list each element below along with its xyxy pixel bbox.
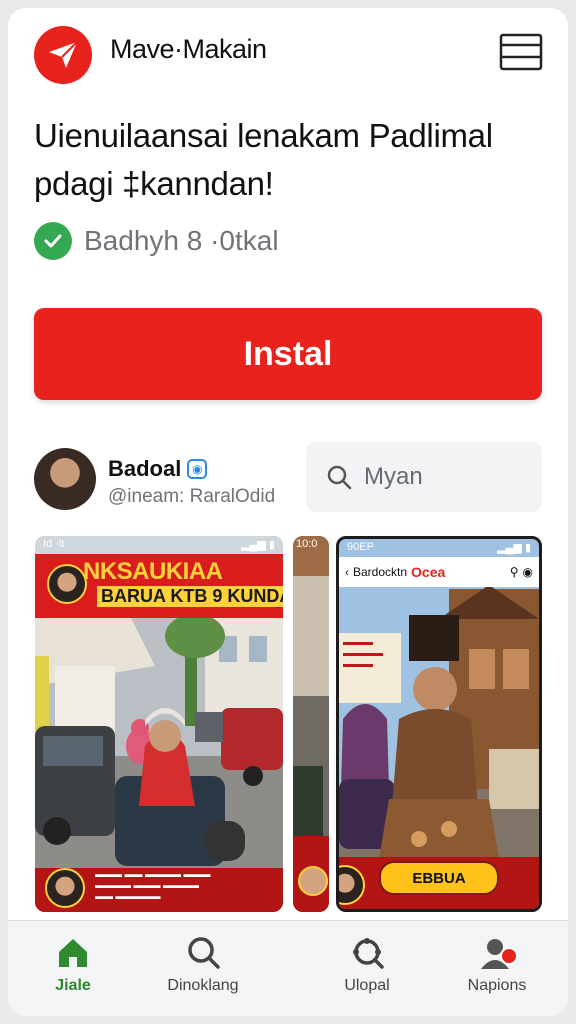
bottom-nav: Jiale Dinoklang Ulopal Napions [8, 920, 568, 1016]
app-toolbar: ‹ Bardocktn Ocea ⚲ ◉ [339, 557, 539, 587]
status-time: 90EP [347, 541, 374, 553]
back-icon[interactable]: ‹ [345, 565, 349, 579]
status-bar: 10:0 [293, 536, 329, 554]
verified-text: Badhyh 8 ·0tkal [84, 225, 279, 256]
plane-icon [49, 41, 78, 68]
search-icon [327, 465, 352, 490]
search-input[interactable]: Myan [306, 442, 542, 512]
search-icon [188, 937, 220, 969]
market-scene-image [339, 539, 539, 909]
banner-title: NKSAUKIAA [83, 558, 223, 585]
screenshot-2[interactable]: 10:0 [293, 536, 329, 912]
notification-dot [500, 947, 518, 965]
action-pill[interactable]: EBBUA [379, 861, 499, 895]
screenshot-3[interactable]: 90EP ▂▄▆ ▮ ‹ Bardocktn Ocea ⚲ ◉ ▬▬▬ ▬▬▬▬ ▬… [336, 536, 542, 912]
anchor-avatar [47, 564, 87, 604]
caption-text: ▬▬▬ ▬▬ ▬▬▬▬ ▬▬▬ ▬▬▬▬ ▬▬▬ ▬▬▬▬ ▬▬ ▬▬▬▬▬ [95, 869, 211, 901]
record-icon[interactable]: ◉ [523, 565, 533, 579]
status-time: Id ·lt· [43, 538, 69, 550]
nav-item-search[interactable]: Dinoklang [138, 935, 268, 995]
screenshot-1[interactable]: Id ·lt· ▂▄▆ ▮ NKSAUKIAA BARUA KTB 9 KUND… [35, 536, 283, 912]
checkmark-icon [34, 222, 72, 260]
profile-name-row: Badoal ◉ [108, 456, 208, 482]
search-icon[interactable]: ⚲ [510, 565, 519, 579]
app-logo [34, 26, 92, 84]
app-name: Mave·Makain [110, 34, 267, 64]
verified-badge-icon: ◉ [187, 459, 208, 479]
app-store-card: Mave·Makain Uienuilaansai lenakam Padlim… [8, 8, 568, 1016]
profile-name: Badoal [108, 456, 182, 481]
install-button[interactable]: Instal [34, 308, 542, 400]
nav-item-explore[interactable]: Ulopal [302, 935, 432, 995]
reporter-avatar [45, 868, 85, 908]
toolbar-brand: Ocea [411, 564, 446, 580]
search-placeholder: Myan [364, 463, 423, 490]
status-bar: 90EP ▂▄▆ ▮ [339, 539, 539, 557]
nav-label-home: Jiale [55, 977, 91, 994]
signal-icon: ▂▄▆ ▮ [497, 542, 531, 554]
status-bar: Id ·lt· ▂▄▆ ▮ [35, 536, 283, 554]
nav-label-explore: Ulopal [344, 977, 390, 994]
signal-icon: ▂▄▆ ▮ [241, 539, 275, 551]
page-title: Uienuilaansai lenakam Padlimal pdagi ‡ka… [34, 117, 493, 202]
nav-item-profile[interactable]: Napions [432, 935, 562, 995]
nav-label-search: Dinoklang [167, 977, 239, 994]
menu-button[interactable] [498, 32, 544, 72]
shop-sign: ▬▬▬ ▬▬▬▬ ▬▬▬ [339, 633, 401, 703]
status-time: 10:0 [296, 538, 318, 550]
nav-item-home[interactable]: Jiale [8, 935, 138, 995]
verified-row: Badhyh 8 ·0tkal [34, 222, 279, 260]
nav-label-profile: Napions [467, 977, 527, 994]
banner-subtitle: BARUA KTB 9 KUNDAN [97, 586, 283, 607]
home-icon [59, 939, 87, 967]
menu-icon [499, 33, 543, 71]
street-thumbnail-image [293, 536, 329, 912]
toolbar-label: Bardocktn [353, 565, 408, 579]
profile-handle: @ineam: RaralOdid [108, 486, 276, 507]
explore-icon [353, 938, 384, 969]
avatar[interactable] [34, 448, 96, 510]
